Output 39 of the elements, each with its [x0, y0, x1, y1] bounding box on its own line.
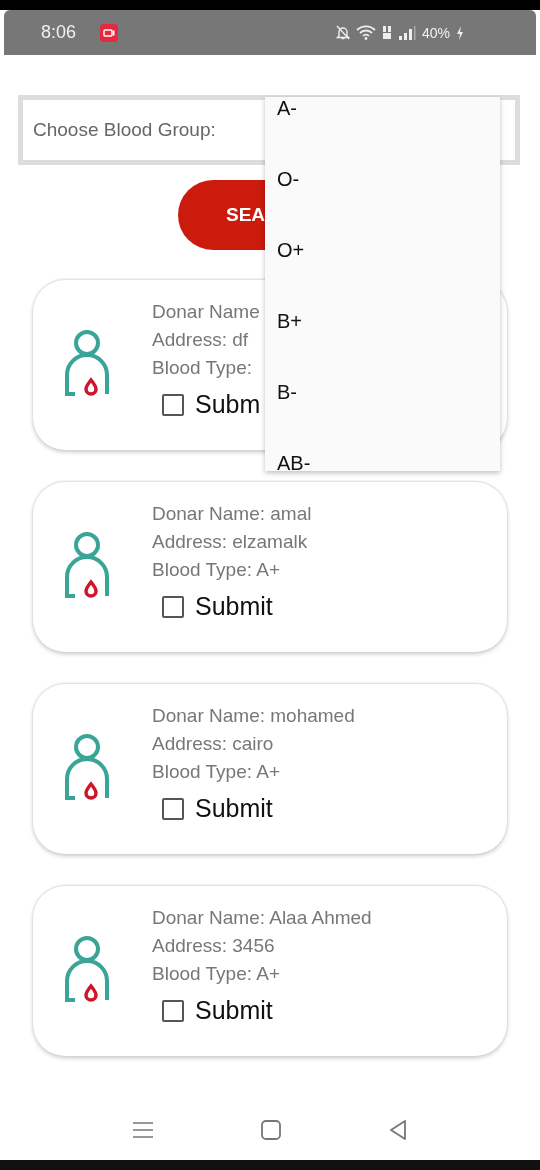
home-square-icon[interactable]: [261, 1120, 281, 1140]
wifi-icon: [355, 25, 376, 40]
back-icon[interactable]: [389, 1120, 407, 1140]
donor-name: Donar Name: [152, 300, 260, 324]
signal-icon: [397, 25, 416, 40]
battery-percentage: 40%: [421, 24, 450, 41]
submit-checkbox[interactable]: [162, 393, 184, 416]
charging-bolt-icon: [456, 25, 464, 40]
dropdown-option[interactable]: A-: [265, 97, 500, 168]
submit-checkbox[interactable]: [162, 999, 184, 1022]
menu-icon[interactable]: [133, 1121, 153, 1139]
dropdown-option[interactable]: AB-: [265, 452, 500, 471]
volte-icon: [381, 25, 392, 40]
dropdown-option[interactable]: B+: [265, 310, 500, 381]
donor-blood-type: Blood Type:: [152, 356, 252, 380]
submit-label: Subm: [195, 390, 261, 419]
dropdown-option[interactable]: B-: [265, 381, 500, 452]
donor-icon: [65, 532, 109, 600]
clock-time: 8:06: [41, 22, 77, 43]
donor-blood-type: Blood Type: A+: [152, 962, 280, 986]
submit-label: Submit: [195, 996, 273, 1025]
submit-label: Submit: [195, 794, 273, 823]
submit-checkbox[interactable]: [162, 595, 184, 618]
donor-address: Address: elzamalk: [152, 530, 308, 554]
submit-label: Submit: [195, 592, 273, 621]
donor-name: Donar Name: mohamed: [152, 704, 355, 728]
screen-record-icon: [100, 23, 119, 42]
submit-checkbox[interactable]: [162, 797, 184, 820]
donor-icon: [65, 936, 109, 1004]
donor-blood-type: Blood Type: A+: [152, 760, 280, 784]
donor-name: Donar Name: Alaa Ahmed: [152, 906, 372, 930]
donor-name: Donar Name: amal: [152, 502, 312, 526]
donor-icon: [65, 734, 109, 802]
donor-address: Address: cairo: [152, 732, 274, 756]
mute-bell-icon: [335, 25, 350, 40]
donor-blood-type: Blood Type: A+: [152, 558, 280, 582]
donor-address: Address: 3456: [152, 934, 275, 958]
donor-icon: [65, 330, 109, 398]
donor-address: Address: df: [152, 328, 249, 352]
